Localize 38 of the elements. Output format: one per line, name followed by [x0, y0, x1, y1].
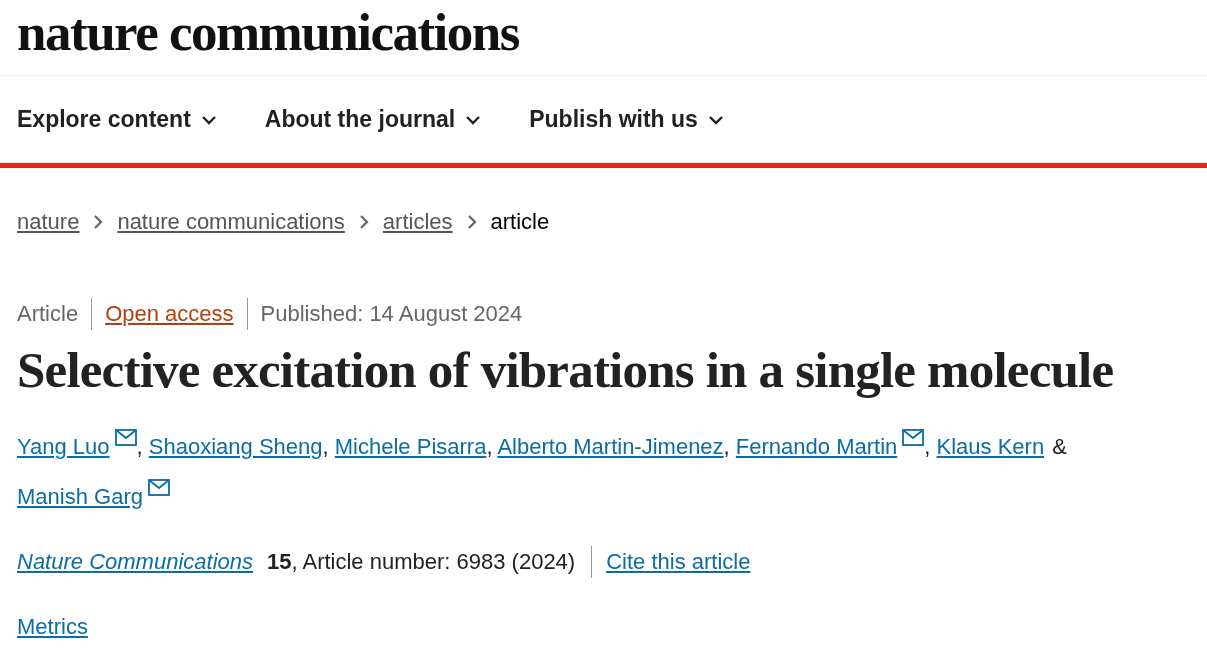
- author-link[interactable]: Manish Garg: [17, 484, 143, 509]
- envelope-icon[interactable]: [147, 479, 170, 496]
- journal-link[interactable]: Nature Communications: [17, 549, 253, 575]
- envelope-icon[interactable]: [114, 429, 137, 446]
- nav-menu-button[interactable]: Publish with us: [529, 106, 724, 133]
- chevron-right-icon: [93, 215, 104, 229]
- author-link[interactable]: Fernando Martin: [735, 434, 898, 459]
- open-access-link[interactable]: Open access: [91, 298, 247, 330]
- current-page-label: article: [490, 209, 550, 235]
- article-title: Selective excitation of vibrations in a single molecule: [17, 342, 1115, 398]
- nav-menu-button[interactable]: About the journal: [264, 106, 482, 133]
- cite-link[interactable]: Cite this article: [606, 549, 751, 575]
- author-separator: ,: [322, 434, 329, 459]
- chevron-down-icon: [465, 114, 482, 125]
- breadcrumb-link[interactable]: articles: [382, 209, 453, 235]
- author-separator: ,: [136, 434, 143, 459]
- author-link[interactable]: Michele Pisarra: [334, 434, 487, 459]
- nav-menu-button[interactable]: Explore content: [17, 106, 217, 133]
- breadcrumb-link[interactable]: nature communications: [117, 209, 345, 235]
- author-separator: ,: [723, 434, 730, 459]
- chevron-down-icon: [707, 114, 724, 125]
- chevron-right-icon: [466, 215, 477, 229]
- envelope-icon[interactable]: [902, 429, 925, 446]
- journal-logo[interactable]: nature communications: [17, 6, 519, 58]
- author-separator: ,: [486, 434, 493, 459]
- author-link[interactable]: Alberto Martin-Jimenez: [497, 434, 724, 459]
- chevron-right-icon: [358, 215, 369, 229]
- chevron-down-icon: [200, 114, 217, 125]
- publish-date: Published: 14 August 2024: [246, 298, 536, 330]
- author-separator: ,: [924, 434, 931, 459]
- author-link[interactable]: Yang Luo: [17, 434, 110, 459]
- author-link[interactable]: Shaoxiang Sheng: [148, 434, 323, 459]
- citation-details: 15, Article number: 6983 (2024): [267, 546, 593, 578]
- author-separator: &: [1052, 434, 1067, 459]
- breadcrumb-link[interactable]: nature: [17, 209, 80, 235]
- metrics-link[interactable]: Metrics: [17, 614, 88, 640]
- article-type: Article: [17, 300, 80, 328]
- author-link[interactable]: Klaus Kern: [936, 434, 1045, 459]
